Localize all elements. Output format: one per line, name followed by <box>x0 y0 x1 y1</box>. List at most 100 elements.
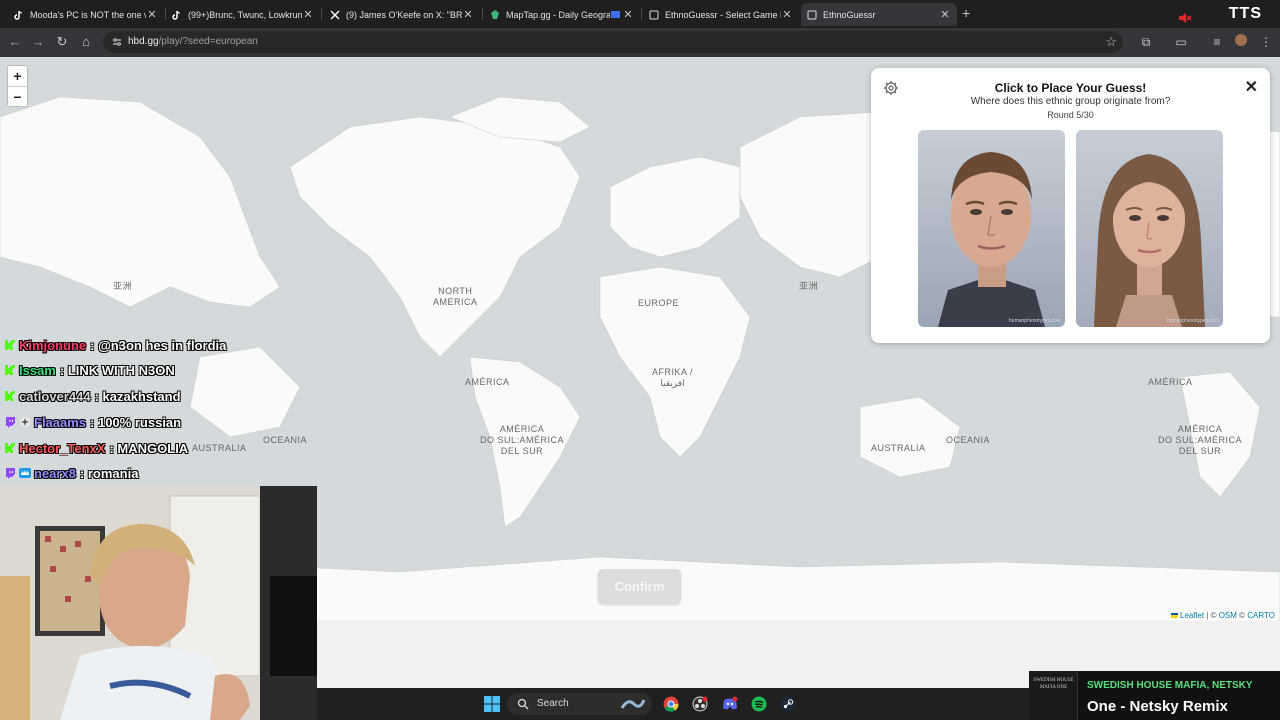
chat-text-body: kazakhstand <box>102 388 181 404</box>
chat-text: : kazakhstand <box>94 388 181 404</box>
map-label-oceania: OCEANIA <box>263 435 308 445</box>
male-face-image: humanphenotypes.com <box>918 130 1065 327</box>
chat-username: Issam <box>19 362 56 378</box>
male-face-graphic <box>918 130 1065 327</box>
leaflet-link[interactable]: Leaflet <box>1180 611 1204 620</box>
tab-title: (99+)Brunc, Twunc, Lowkrunc, L <box>188 9 302 20</box>
tab-title: (9) James O'Keefe on X: "BREAK <box>346 9 462 20</box>
track-artist: SWEDISH HOUSE MAFIA, NETSKY <box>1087 680 1253 691</box>
home-button[interactable]: ⌂ <box>78 34 94 50</box>
close-icon[interactable]: ✕ <box>462 8 474 21</box>
close-icon[interactable]: ✕ <box>939 8 951 21</box>
steam-icon[interactable] <box>780 696 796 712</box>
panel-subtitle: Where does this ethnic group originate f… <box>970 96 1171 107</box>
chat-text: : 100% russian <box>90 414 182 430</box>
search-placeholder: Search <box>537 698 569 709</box>
reload-button[interactable]: ↻ <box>54 34 70 50</box>
now-playing-widget: SWEDISH HOUSE MAFIA ONE SWEDISH HOUSE MA… <box>1029 671 1280 720</box>
cast-icon[interactable]: ▭ <box>1173 34 1189 50</box>
site-settings-icon[interactable] <box>111 36 123 48</box>
close-icon[interactable]: ✕ <box>781 8 793 21</box>
tab[interactable]: (9) James O'Keefe on X: "BREAK ✕ <box>324 3 480 26</box>
map-label-europe: EUROPE <box>638 298 680 308</box>
map-label-australia: AUSTRALIA <box>192 443 247 453</box>
bookmark-star-icon[interactable]: ☆ <box>1105 34 1117 50</box>
kick-icon <box>5 443 15 453</box>
asia-left-landmass <box>0 96 281 308</box>
tiktok-icon <box>14 10 23 20</box>
webcam-feed <box>0 486 317 720</box>
page-icon <box>649 10 659 19</box>
browser-tabstrip: Mooda's PC is NOT the one we ✕ (99+)Brun… <box>0 0 1280 28</box>
muted-speaker-icon <box>1179 13 1192 23</box>
spotify-icon[interactable] <box>751 696 767 712</box>
tab[interactable]: Mooda's PC is NOT the one we ✕ <box>8 3 164 26</box>
chat-message: Kimjonune: @n3on hes in flordia <box>4 334 226 356</box>
forward-button[interactable]: → <box>30 34 46 50</box>
tab-title: MapTap.gg - Daily Geograp <box>506 9 610 20</box>
chrome-icon[interactable] <box>663 696 679 712</box>
chat-message: Flaaams: 100% russian <box>4 411 181 433</box>
prime-crown-icon <box>19 468 31 478</box>
twitch-icon <box>6 417 15 428</box>
tab[interactable]: EthnoGuessr - Select Game Mo ✕ <box>643 3 799 26</box>
chat-text: : LINK WITH N3ON <box>59 362 175 378</box>
menu-icon[interactable]: ⋮ <box>1258 34 1274 50</box>
round-counter: Round 5/30 <box>1047 110 1094 120</box>
extensions-icon[interactable]: ⧉ <box>1138 34 1154 50</box>
url-path: /play/?seed=european <box>158 36 258 47</box>
close-icon[interactable]: ✕ <box>610 8 634 21</box>
obs-icon[interactable] <box>692 696 708 712</box>
map-label-asia: 亚洲 <box>799 281 819 291</box>
close-icon[interactable]: ✕ <box>146 8 158 21</box>
tts-label: TTS <box>1228 5 1262 22</box>
chat-message: catlover444: kazakhstand <box>4 385 181 407</box>
url-host: hbd.gg <box>128 36 159 47</box>
taskbar-search[interactable]: Search <box>507 693 652 715</box>
tab-active[interactable]: EthnoGuessr ✕ <box>801 3 957 26</box>
female-face-graphic <box>1076 130 1223 327</box>
chat-text: : MANGOLIA <box>109 440 189 456</box>
tab[interactable]: MapTap.gg - Daily Geograp ✕ <box>484 3 640 26</box>
track-title: One - Netsky Remix <box>1087 698 1228 715</box>
discord-icon[interactable] <box>722 696 738 712</box>
back-button[interactable]: ← <box>7 34 23 50</box>
zoom-in-button[interactable]: + <box>8 66 27 86</box>
chat-username: catlover444 <box>19 388 91 404</box>
album-art: SWEDISH HOUSE MAFIA ONE <box>1029 671 1078 720</box>
kick-icon <box>5 340 15 350</box>
browser-toolbar: ← → ↻ ⌂ hbd.gg/play/?seed=european ☆ ⧉ ▭… <box>0 28 1280 57</box>
image-watermark: humanphenotypes.com <box>1009 318 1061 324</box>
panel-title: Click to Place Your Guess! <box>994 81 1147 95</box>
chat-message: Hector_TenxX: MANGOLIA <box>4 437 188 459</box>
address-bar[interactable]: hbd.gg/play/?seed=european ☆ <box>103 31 1123 53</box>
chat-text-body: romania <box>87 465 139 481</box>
chat-username: Kimjonune <box>19 337 87 353</box>
audio-icon <box>611 11 621 18</box>
windows-taskbar: Search <box>317 688 1029 720</box>
map-attribution: Leaflet | © OSM © CARTO <box>1169 610 1277 621</box>
new-tab-button[interactable]: + <box>962 5 970 21</box>
tab-divider <box>482 8 483 20</box>
profile-avatar[interactable] <box>1233 34 1249 50</box>
search-icon <box>517 698 529 710</box>
chat-text-body: @n3on hes in flordia <box>98 337 227 353</box>
windows-start-icon[interactable] <box>484 696 500 712</box>
attribution-sep: | © <box>1204 611 1219 620</box>
map-label-america: AMÉRICA <box>465 377 510 387</box>
zoom-out-button[interactable]: − <box>8 86 27 106</box>
tab[interactable]: (99+)Brunc, Twunc, Lowkrunc, L ✕ <box>166 3 320 26</box>
close-icon[interactable]: ✕ <box>1245 77 1258 97</box>
tiktok-icon <box>172 10 181 20</box>
map-label-asia: 亚洲 <box>113 281 133 291</box>
osm-link[interactable]: OSM <box>1219 611 1237 620</box>
confirm-button[interactable]: Confirm <box>598 569 681 604</box>
chat-text: : romania <box>79 465 139 481</box>
chat-text-body: MANGOLIA <box>117 440 189 456</box>
media-controls-icon[interactable]: ≡ <box>1209 34 1225 50</box>
carto-link[interactable]: CARTO <box>1247 611 1275 620</box>
close-icon[interactable]: ✕ <box>302 8 314 21</box>
australia-left-landmass <box>189 346 301 438</box>
tab-divider <box>321 8 322 20</box>
kick-icon <box>5 391 15 401</box>
